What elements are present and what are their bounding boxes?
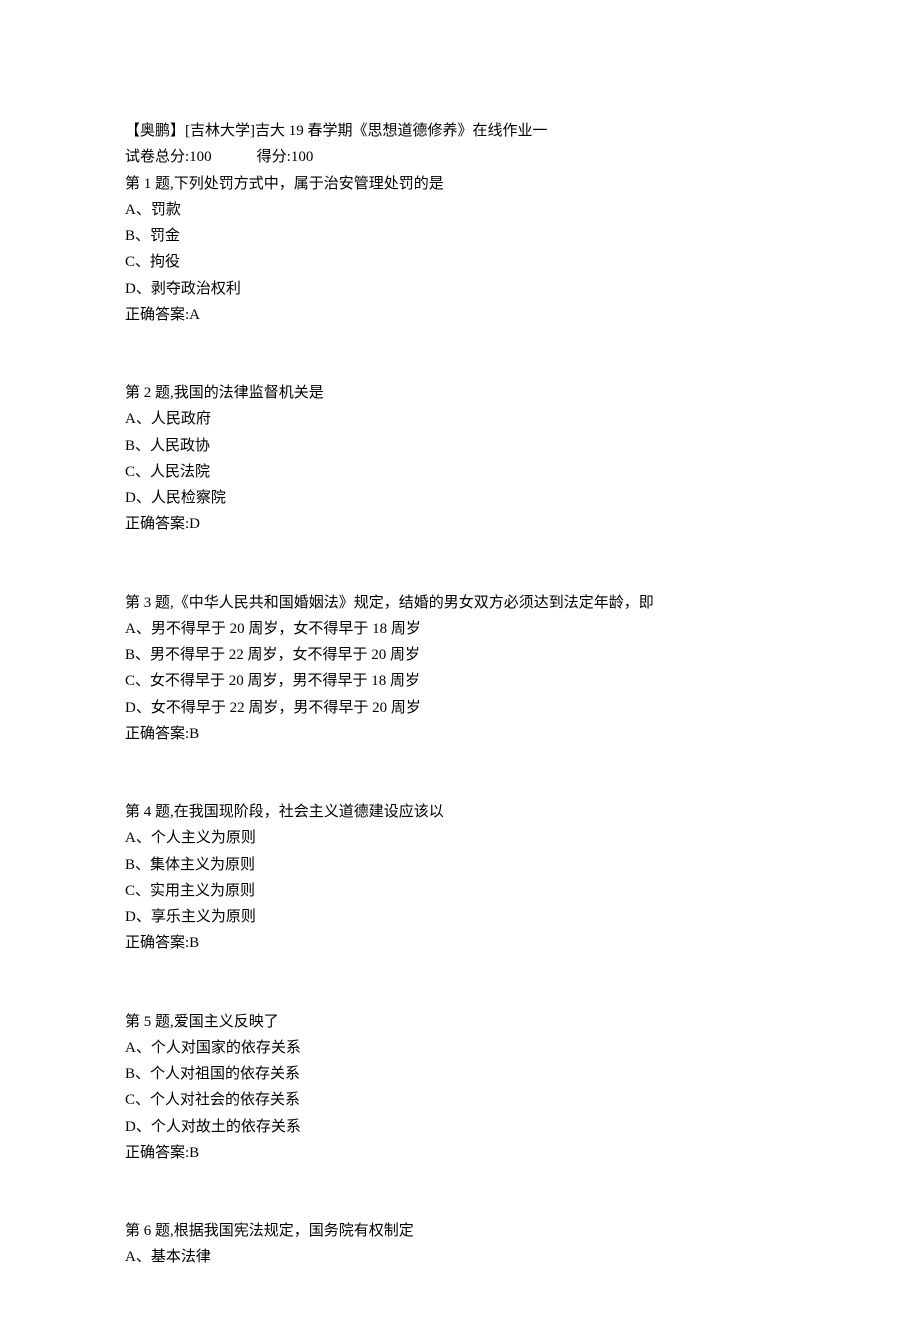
questions-container: 第 1 题,下列处罚方式中，属于治安管理处罚的是A、罚款B、罚金C、拘役D、剥夺… [125,171,795,1271]
question-spacer [125,1166,795,1218]
question-option: B、集体主义为原则 [125,852,795,878]
score-line: 试卷总分:100 得分:100 [125,144,795,170]
question-option: C、拘役 [125,249,795,275]
question-option: C、实用主义为原则 [125,878,795,904]
question-option: B、罚金 [125,223,795,249]
score-value: 100 [291,144,314,170]
total-value: 100 [189,144,212,170]
question-stem: 第 4 题,在我国现阶段，社会主义道德建设应该以 [125,799,795,825]
question-stem: 第 5 题,爱国主义反映了 [125,1009,795,1035]
question-answer: 正确答案:B [125,930,795,956]
question-option: D、人民检察院 [125,485,795,511]
question-option: B、男不得早于 22 周岁，女不得早于 20 周岁 [125,642,795,668]
question-answer: 正确答案:A [125,302,795,328]
question-block: 第 6 题,根据我国宪法规定，国务院有权制定A、基本法律 [125,1218,795,1271]
question-answer: 正确答案:B [125,1140,795,1166]
question-stem: 第 3 题,《中华人民共和国婚姻法》规定，结婚的男女双方必须达到法定年龄，即 [125,590,795,616]
question-spacer [125,328,795,380]
question-option: D、个人对故土的依存关系 [125,1114,795,1140]
question-option: A、罚款 [125,197,795,223]
total-label: 试卷总分: [125,144,189,170]
question-option: B、人民政协 [125,433,795,459]
score-gap [212,144,257,170]
question-stem: 第 6 题,根据我国宪法规定，国务院有权制定 [125,1218,795,1244]
question-option: D、女不得早于 22 周岁，男不得早于 20 周岁 [125,695,795,721]
question-block: 第 3 题,《中华人民共和国婚姻法》规定，结婚的男女双方必须达到法定年龄，即A、… [125,590,795,748]
question-block: 第 5 题,爱国主义反映了A、个人对国家的依存关系B、个人对祖国的依存关系C、个… [125,1009,795,1167]
question-stem: 第 1 题,下列处罚方式中，属于治安管理处罚的是 [125,171,795,197]
question-option: C、个人对社会的依存关系 [125,1087,795,1113]
question-option: D、享乐主义为原则 [125,904,795,930]
question-option: C、人民法院 [125,459,795,485]
question-block: 第 2 题,我国的法律监督机关是A、人民政府B、人民政协C、人民法院D、人民检察… [125,380,795,538]
question-answer: 正确答案:D [125,511,795,537]
score-label: 得分: [257,144,291,170]
question-option: B、个人对祖国的依存关系 [125,1061,795,1087]
question-spacer [125,538,795,590]
question-block: 第 1 题,下列处罚方式中，属于治安管理处罚的是A、罚款B、罚金C、拘役D、剥夺… [125,171,795,329]
question-option: D、剥夺政治权利 [125,276,795,302]
question-answer: 正确答案:B [125,721,795,747]
question-option: A、个人对国家的依存关系 [125,1035,795,1061]
doc-title: 【奥鹏】[吉林大学]吉大 19 春学期《思想道德修养》在线作业一 [125,118,795,144]
question-option: C、女不得早于 20 周岁，男不得早于 18 周岁 [125,668,795,694]
question-spacer [125,957,795,1009]
question-stem: 第 2 题,我国的法律监督机关是 [125,380,795,406]
question-option: A、男不得早于 20 周岁，女不得早于 18 周岁 [125,616,795,642]
question-option: A、基本法律 [125,1244,795,1270]
question-spacer [125,747,795,799]
question-option: A、人民政府 [125,406,795,432]
question-option: A、个人主义为原则 [125,825,795,851]
question-block: 第 4 题,在我国现阶段，社会主义道德建设应该以A、个人主义为原则B、集体主义为… [125,799,795,957]
